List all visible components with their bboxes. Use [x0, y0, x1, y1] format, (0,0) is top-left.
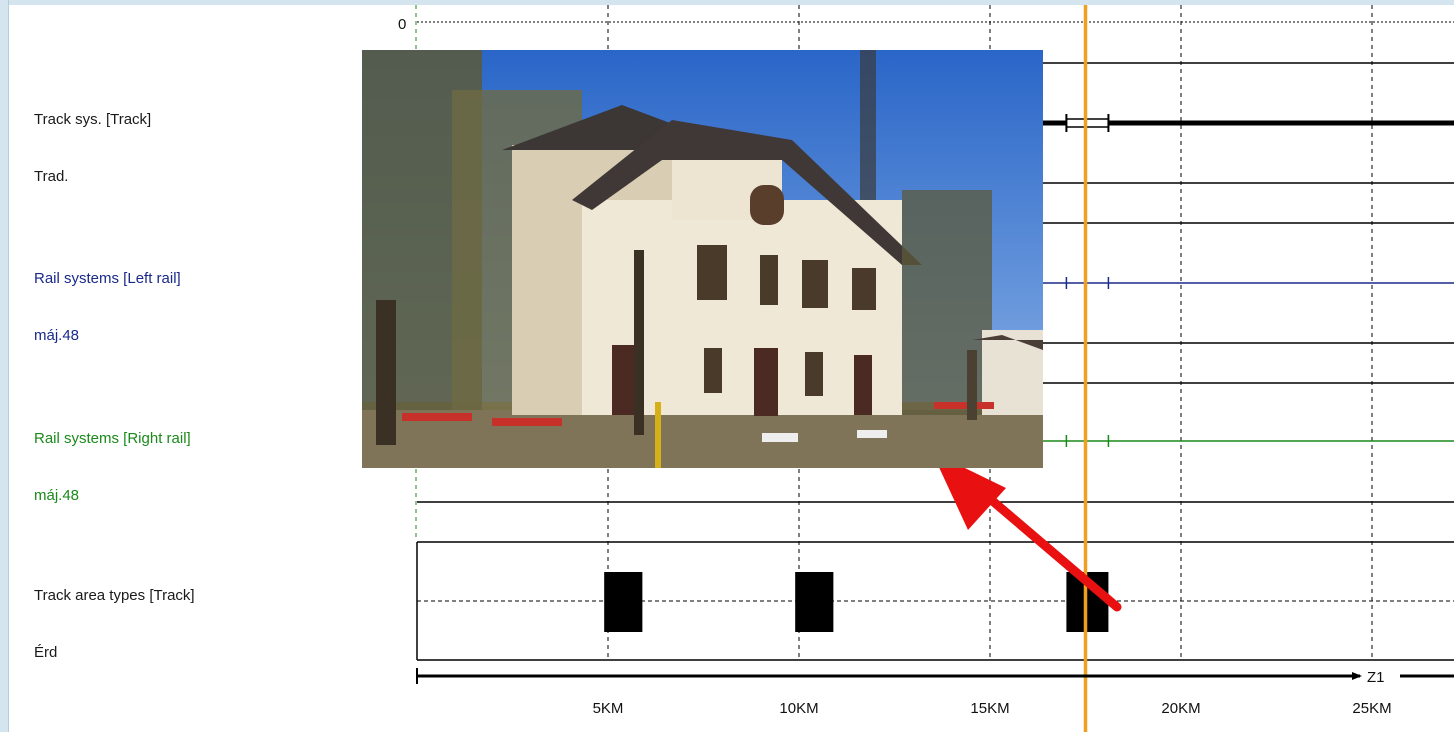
- axis-tick-label: 10KM: [779, 700, 818, 717]
- station-building-photo: [362, 50, 1043, 468]
- axis-tick-labels: 5KM 10KM 15KM 20KM 25KM: [593, 700, 1392, 717]
- track-area-block[interactable]: [604, 572, 643, 632]
- axis-tick-label: 20KM: [1161, 700, 1200, 717]
- track-area-blocks[interactable]: [604, 572, 1109, 632]
- axis-arrow-head: [1352, 672, 1362, 680]
- axis-tick-label: 5KM: [593, 700, 624, 717]
- photo-image: [362, 50, 1043, 468]
- zone-label: Z1: [1367, 669, 1385, 686]
- axis-tick-label: 25KM: [1352, 700, 1391, 717]
- track-system-segment-box[interactable]: [1065, 118, 1110, 128]
- track-area-block[interactable]: [795, 572, 834, 632]
- axis-tick-label: 15KM: [970, 700, 1009, 717]
- axis-zero-label: 0: [398, 16, 406, 33]
- annotation-arrow: [932, 452, 1122, 612]
- track-system-segment[interactable]: [1065, 114, 1110, 132]
